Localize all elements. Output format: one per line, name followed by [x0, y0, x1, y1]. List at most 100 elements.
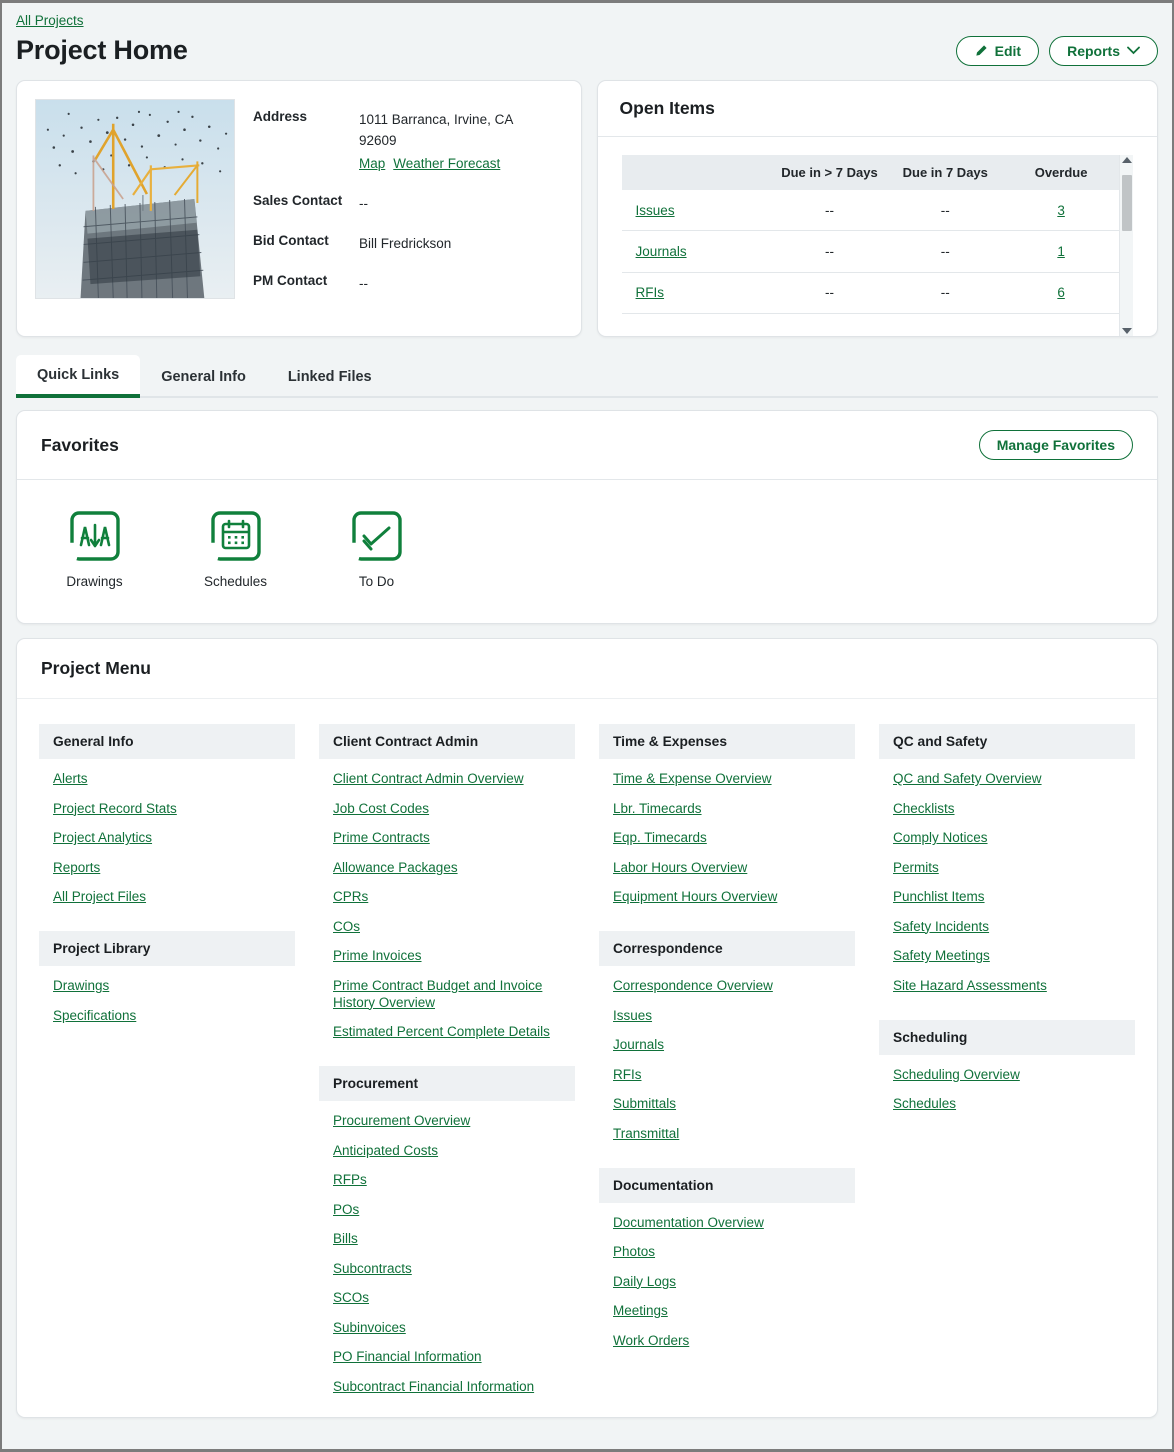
- link-bills[interactable]: Bills: [333, 1231, 358, 1246]
- link-daily-logs[interactable]: Daily Logs: [613, 1274, 676, 1289]
- issues-overdue-link[interactable]: 3: [1057, 203, 1065, 218]
- manage-favorites-button[interactable]: Manage Favorites: [978, 430, 1133, 460]
- rfis-link[interactable]: RFIs: [636, 285, 665, 300]
- scrollbar-thumb[interactable]: [1122, 175, 1132, 231]
- tab-quick-links[interactable]: Quick Links: [16, 355, 141, 398]
- list-item: Journals: [613, 1036, 855, 1053]
- link-labor-hours-overview[interactable]: Labor Hours Overview: [613, 860, 747, 875]
- link-allowance-packages[interactable]: Allowance Packages: [333, 860, 458, 875]
- link-safety-incidents[interactable]: Safety Incidents: [893, 919, 989, 934]
- list-item: Project Analytics: [53, 829, 295, 846]
- favorite-item-drawings[interactable]: Drawings: [57, 510, 132, 589]
- link-equipment-hours-overview[interactable]: Equipment Hours Overview: [613, 889, 777, 904]
- list-item: Issues: [613, 1007, 855, 1024]
- link-rfps[interactable]: RFPs: [333, 1172, 367, 1187]
- link-prime-invoices[interactable]: Prime Invoices: [333, 948, 422, 963]
- link-subcontracts[interactable]: Subcontracts: [333, 1261, 412, 1276]
- link-pos[interactable]: POs: [333, 1202, 359, 1217]
- table-row: RFIs -- -- 6: [621, 272, 1119, 315]
- link-procurement-overview[interactable]: Procurement Overview: [333, 1113, 470, 1128]
- link-safety-meetings[interactable]: Safety Meetings: [893, 948, 990, 963]
- link-meetings[interactable]: Meetings: [613, 1303, 668, 1318]
- list-item: Time & Expense Overview: [613, 770, 855, 787]
- map-link[interactable]: Map: [359, 156, 385, 171]
- link-scheduling-overview[interactable]: Scheduling Overview: [893, 1067, 1020, 1082]
- link-rfis[interactable]: RFIs: [613, 1067, 642, 1082]
- link-transmittal[interactable]: Transmittal: [613, 1126, 679, 1141]
- group-project-library: Project Library Drawings Specifications: [39, 931, 295, 1024]
- link-work-orders[interactable]: Work Orders: [613, 1333, 689, 1348]
- link-project-analytics[interactable]: Project Analytics: [53, 830, 152, 845]
- detail-row-address: Address 1011 Barranca, Irvine, CA 92609 …: [253, 109, 563, 174]
- link-lbr-timecards[interactable]: Lbr. Timecards: [613, 801, 702, 816]
- reports-button[interactable]: Reports: [1049, 35, 1158, 66]
- link-client-contract-admin-overview[interactable]: Client Contract Admin Overview: [333, 771, 524, 786]
- journals-overdue-link[interactable]: 1: [1057, 244, 1065, 259]
- link-cos[interactable]: COs: [333, 919, 360, 934]
- link-correspondence-overview[interactable]: Correspondence Overview: [613, 978, 773, 993]
- drawings-icon: [69, 510, 121, 562]
- open-items-scrollbar[interactable]: [1119, 155, 1133, 336]
- link-subinvoices[interactable]: Subinvoices: [333, 1320, 406, 1335]
- link-permits[interactable]: Permits: [893, 860, 939, 875]
- detail-row-pm-contact: PM Contact --: [253, 273, 563, 294]
- link-drawings[interactable]: Drawings: [53, 978, 109, 993]
- link-reports[interactable]: Reports: [53, 860, 100, 875]
- journals-link[interactable]: Journals: [636, 244, 687, 259]
- list-item: Prime Contracts: [333, 829, 575, 846]
- link-project-record-stats[interactable]: Project Record Stats: [53, 801, 177, 816]
- project-menu-card: Project Menu General Info Alerts Project…: [16, 638, 1158, 1418]
- link-qc-and-safety-overview[interactable]: QC and Safety Overview: [893, 771, 1042, 786]
- link-journals[interactable]: Journals: [613, 1037, 664, 1052]
- open-items-title: Open Items: [597, 81, 1157, 137]
- tab-linked-files[interactable]: Linked Files: [267, 355, 393, 398]
- link-punchlist-items[interactable]: Punchlist Items: [893, 889, 985, 904]
- list-item: Client Contract Admin Overview: [333, 770, 575, 787]
- scroll-down-arrow-icon[interactable]: [1121, 328, 1132, 334]
- link-eqp-timecards[interactable]: Eqp. Timecards: [613, 830, 707, 845]
- link-comply-notices[interactable]: Comply Notices: [893, 830, 988, 845]
- list-item: PO Financial Information: [333, 1348, 575, 1365]
- link-photos[interactable]: Photos: [613, 1244, 655, 1259]
- col-header-overdue: Overdue: [1003, 155, 1119, 190]
- link-checklists[interactable]: Checklists: [893, 801, 955, 816]
- list-item: Prime Invoices: [333, 947, 575, 964]
- list-item: Labor Hours Overview: [613, 859, 855, 876]
- link-schedules[interactable]: Schedules: [893, 1096, 956, 1111]
- edit-button-label: Edit: [994, 42, 1022, 59]
- link-prime-contract-budget-and-invoice-history-overview[interactable]: Prime Contract Budget and Invoice Histor…: [333, 978, 542, 1010]
- scroll-up-arrow-icon[interactable]: [1121, 157, 1132, 163]
- link-scos[interactable]: SCOs: [333, 1290, 369, 1305]
- favorite-item-to-do[interactable]: To Do: [339, 510, 414, 589]
- group-heading: Time & Expenses: [599, 724, 855, 759]
- journals-due-7: --: [887, 230, 1004, 273]
- link-alerts[interactable]: Alerts: [53, 771, 88, 786]
- link-anticipated-costs[interactable]: Anticipated Costs: [333, 1143, 438, 1158]
- edit-button[interactable]: Edit: [955, 35, 1040, 66]
- favorite-label-schedules: Schedules: [203, 574, 268, 589]
- link-po-financial-information[interactable]: PO Financial Information: [333, 1349, 482, 1364]
- tab-general-info[interactable]: General Info: [140, 355, 267, 398]
- link-cprs[interactable]: CPRs: [333, 889, 368, 904]
- issues-link[interactable]: Issues: [636, 203, 675, 218]
- group-scheduling: Scheduling Scheduling Overview Schedules: [879, 1019, 1135, 1113]
- breadcrumb-all-projects-link[interactable]: All Projects: [16, 13, 84, 28]
- journals-overdue-cell: 1: [1003, 230, 1119, 273]
- group-procurement: Procurement Procurement Overview Anticip…: [319, 1066, 575, 1395]
- link-subcontract-financial-information[interactable]: Subcontract Financial Information: [333, 1379, 534, 1394]
- address-text: 1011 Barranca, Irvine, CA 92609: [359, 112, 513, 148]
- link-job-cost-codes[interactable]: Job Cost Codes: [333, 801, 429, 816]
- link-site-hazard-assessments[interactable]: Site Hazard Assessments: [893, 978, 1047, 993]
- link-specifications[interactable]: Specifications: [53, 1008, 136, 1023]
- rfis-overdue-link[interactable]: 6: [1057, 285, 1065, 300]
- link-time-and-expense-overview[interactable]: Time & Expense Overview: [613, 771, 772, 786]
- link-documentation-overview[interactable]: Documentation Overview: [613, 1215, 764, 1230]
- link-issues[interactable]: Issues: [613, 1008, 652, 1023]
- favorite-item-schedules[interactable]: Schedules: [198, 510, 273, 589]
- weather-forecast-link[interactable]: Weather Forecast: [393, 156, 500, 171]
- link-estimated-percent-complete-details[interactable]: Estimated Percent Complete Details: [333, 1024, 550, 1039]
- link-all-project-files[interactable]: All Project Files: [53, 889, 146, 904]
- list-item: Specifications: [53, 1007, 295, 1024]
- link-prime-contracts[interactable]: Prime Contracts: [333, 830, 430, 845]
- link-submittals[interactable]: Submittals: [613, 1096, 676, 1111]
